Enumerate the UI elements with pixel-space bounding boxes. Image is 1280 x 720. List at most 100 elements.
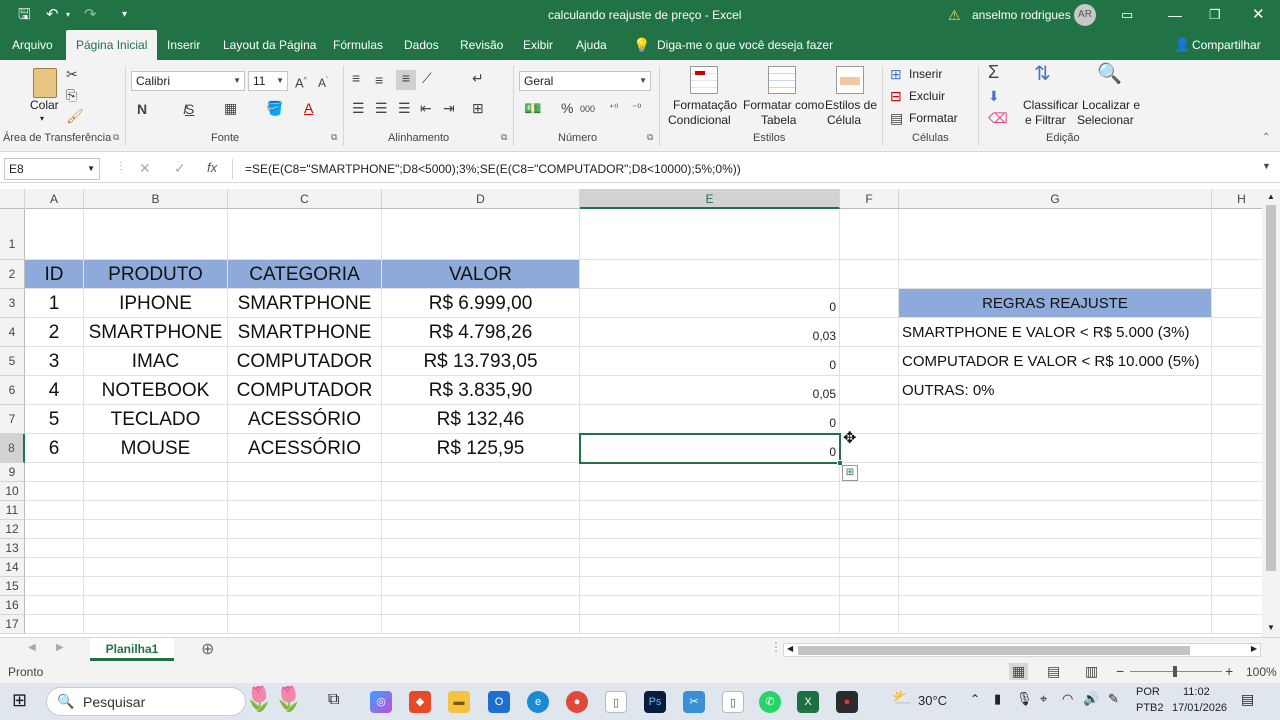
table-cell[interactable]: R$ 125,95 [382, 434, 580, 463]
table-cell[interactable]: 2 [25, 318, 84, 347]
table-cell[interactable]: SMARTPHONE [228, 289, 382, 318]
customize-toolbar-icon[interactable]: ▾ [122, 0, 127, 30]
save-icon[interactable]: 🖫 [18, 0, 31, 30]
grid-cell[interactable] [899, 596, 1212, 615]
grid-cell[interactable] [25, 482, 84, 501]
grid-cell[interactable] [899, 539, 1212, 558]
grid-cell[interactable] [580, 615, 840, 634]
table-cell[interactable]: ACESSÓRIO [228, 434, 382, 463]
increase-decimal-icon[interactable]: ⁺⁰ [609, 101, 618, 117]
grid-cell[interactable] [580, 482, 840, 501]
vertical-scrollbar[interactable]: ▲ ▼ [1262, 189, 1280, 637]
avatar[interactable]: AR [1074, 4, 1096, 26]
row-header-4[interactable]: 4 [0, 318, 25, 347]
expand-formula-icon[interactable]: ▼ [1262, 161, 1271, 171]
grid-cell[interactable] [899, 463, 1212, 482]
tab-formulas[interactable]: Fórmulas [333, 30, 383, 60]
grid-cell[interactable] [840, 539, 899, 558]
normal-view-icon[interactable]: ▦ [1009, 663, 1029, 680]
grid-cell[interactable] [84, 615, 228, 634]
grid-cell[interactable] [899, 520, 1212, 539]
language-primary[interactable]: POR [1136, 686, 1160, 698]
grid-cell[interactable] [840, 615, 899, 634]
column-header-f[interactable]: F [840, 189, 899, 209]
chrome-icon[interactable]: ● [566, 691, 588, 713]
clock-date[interactable]: 17/01/2026 [1172, 702, 1227, 714]
format-table-button[interactable]: Formatar como [743, 98, 824, 112]
grid-cell[interactable] [84, 463, 228, 482]
table-cell[interactable]: COMPUTADOR [228, 376, 382, 405]
grid-cell[interactable] [899, 577, 1212, 596]
grid-cell[interactable] [840, 318, 899, 347]
table-cell[interactable]: TECLADO [84, 405, 228, 434]
table-header-cell[interactable]: ID [25, 260, 84, 289]
insert-button[interactable]: Inserir [909, 67, 942, 81]
grid-cell[interactable] [382, 209, 580, 260]
grid-cell[interactable] [840, 260, 899, 289]
photoshop-icon[interactable]: Ps [644, 691, 666, 713]
windows-start-icon[interactable]: ⊞ [12, 690, 27, 711]
grid-cell[interactable] [1212, 405, 1262, 434]
paste-dropdown-icon[interactable]: ▾ [40, 114, 44, 123]
share-button[interactable]: Compartilhar [1192, 30, 1261, 60]
grid-cell[interactable] [899, 615, 1212, 634]
grid-cell[interactable] [228, 577, 382, 596]
grid-cell[interactable] [1212, 318, 1262, 347]
tab-layout[interactable]: Layout da Página [223, 30, 316, 60]
number-launcher-icon[interactable]: ⧉ [647, 132, 653, 143]
tab-arquivo[interactable]: Arquivo [12, 30, 53, 60]
table-cell[interactable]: R$ 13.793,05 [382, 347, 580, 376]
grid-cell[interactable] [1212, 376, 1262, 405]
grid-cell[interactable] [382, 539, 580, 558]
scroll-thumb[interactable] [798, 646, 1190, 655]
sort-filter-button[interactable]: Classificar [1023, 98, 1078, 112]
grid-cell[interactable] [580, 501, 840, 520]
format-table-icon[interactable] [768, 66, 796, 94]
tab-dados[interactable]: Dados [404, 30, 439, 60]
copy-icon[interactable]: ⎘ [66, 87, 77, 103]
add-sheet-icon[interactable]: ⊕ [201, 639, 214, 659]
table-cell[interactable]: NOTEBOOK [84, 376, 228, 405]
scroll-thumb[interactable] [1266, 205, 1276, 571]
row-header-13[interactable]: 13 [0, 539, 25, 558]
snipping-tool-icon[interactable]: ✂ [683, 691, 705, 713]
table-cell[interactable]: R$ 6.999,00 [382, 289, 580, 318]
grid-cell[interactable] [228, 596, 382, 615]
grid-cell[interactable] [899, 558, 1212, 577]
grid-cell[interactable] [840, 520, 899, 539]
grid-cell[interactable] [1212, 577, 1262, 596]
taskbar-search[interactable]: 🔍 Pesquisar [46, 687, 246, 716]
edge-icon[interactable]: e [527, 691, 549, 713]
grid-cell[interactable] [228, 463, 382, 482]
delete-cells-icon[interactable]: ⊟ [890, 88, 902, 104]
fill-icon[interactable]: ⬇ [988, 88, 1000, 104]
table-header-cell[interactable]: CATEGORIA [228, 260, 382, 289]
grid-cell[interactable] [84, 596, 228, 615]
find-select-button[interactable]: Localizar e [1082, 98, 1140, 112]
ribbon-display-icon[interactable]: ▭ [1121, 0, 1133, 30]
undo-dropdown-icon[interactable]: ▾ [66, 0, 70, 30]
row-header-10[interactable]: 10 [0, 482, 25, 501]
grid-cell[interactable] [1212, 463, 1262, 482]
format-button[interactable]: Formatar [909, 111, 958, 125]
autosum-icon[interactable]: Σ [988, 63, 999, 81]
cell-styles-button[interactable]: Estilos de [825, 98, 877, 112]
row-header-6[interactable]: 6 [0, 376, 25, 405]
search-icon[interactable]: 🔍 [1097, 64, 1122, 84]
grid-cell[interactable] [1212, 209, 1262, 260]
notepad-icon[interactable]: ▯ [605, 691, 627, 713]
row-header-5[interactable]: 5 [0, 347, 25, 376]
rules-title[interactable]: REGRAS REAJUSTE [899, 289, 1212, 318]
tell-me-search[interactable]: Diga-me o que você deseja fazer [657, 30, 833, 60]
location-icon[interactable]: ⌖ [1040, 691, 1047, 707]
grid-cell[interactable] [899, 434, 1212, 463]
rule-line[interactable]: OUTRAS: 0% [899, 376, 1212, 405]
grid-cell[interactable] [840, 596, 899, 615]
grid-cell[interactable] [382, 520, 580, 539]
alignment-launcher-icon[interactable]: ⧉ [501, 132, 507, 143]
grid-cell[interactable] [84, 577, 228, 596]
row-header-1[interactable]: 1 [0, 209, 25, 260]
grid-cell[interactable] [899, 482, 1212, 501]
grid-cell[interactable] [840, 558, 899, 577]
conditional-format-button[interactable]: Formatação [673, 98, 737, 112]
